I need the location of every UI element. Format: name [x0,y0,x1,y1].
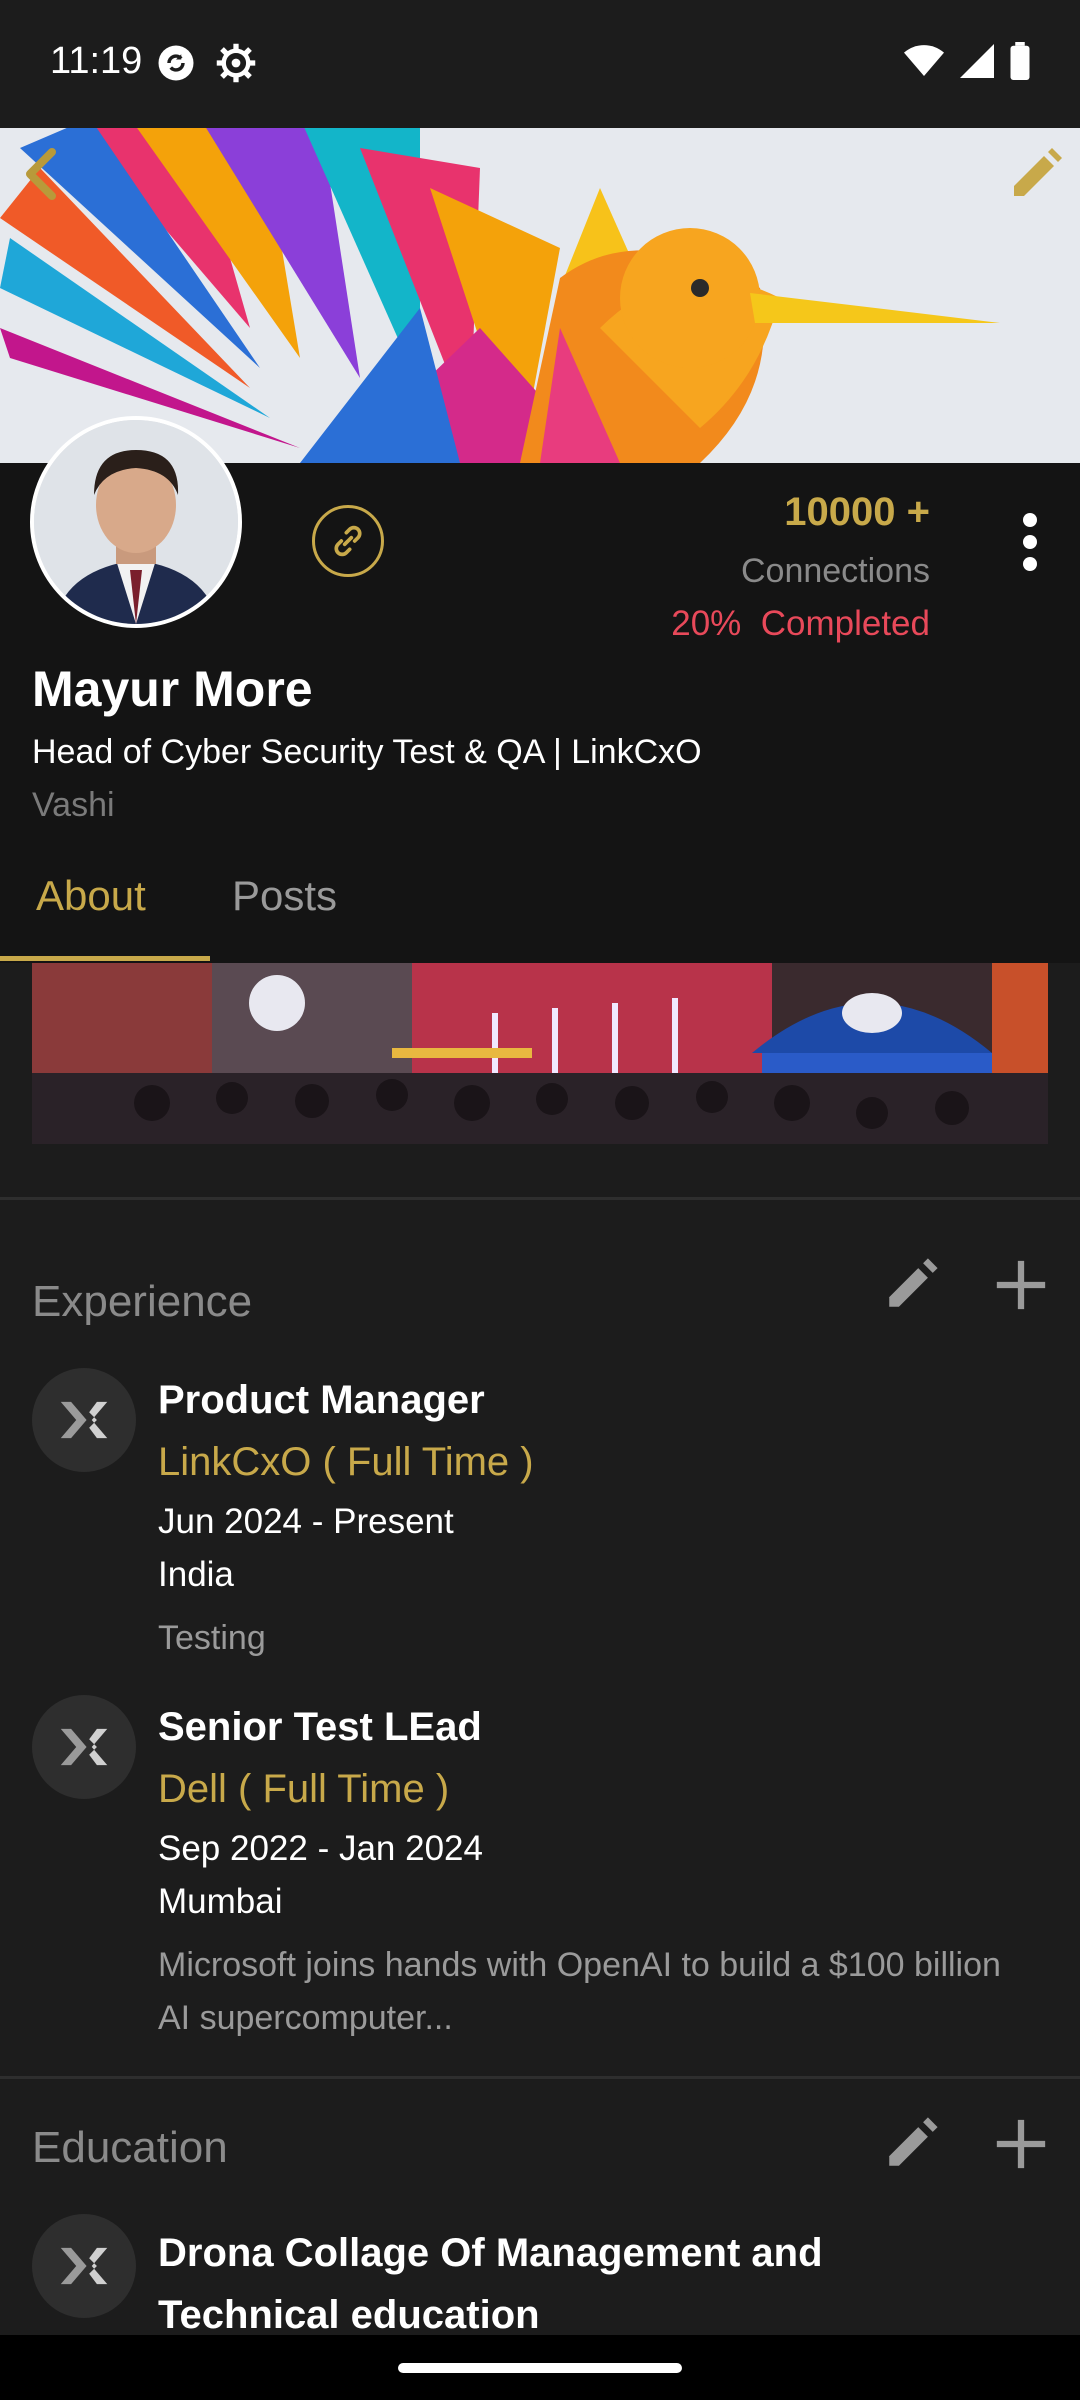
status-time: 11:19 [50,40,143,82]
profile-tabs: About Posts [0,850,1080,962]
experience-location: Mumbai [158,1882,283,1921]
edit-experience-button[interactable] [882,1256,940,1314]
education-institution: Drona Collage Of Management and Technica… [158,2231,823,2337]
experience-location: India [158,1555,234,1594]
profile-name: Mayur More [32,661,313,717]
experience-description: Testing [158,1619,266,1657]
share-link-button[interactable] [312,505,384,577]
profile-headline: Head of Cyber Security Test & QA | LinkC… [32,733,702,771]
more-options-button[interactable] [1010,510,1050,574]
company-logo [32,1695,136,1799]
linkcxo-logo-icon [60,1728,108,1766]
home-gesture-handle[interactable] [398,2363,682,2373]
edit-education-button[interactable] [882,2115,940,2173]
connections-label[interactable]: Connections [741,552,930,591]
company-logo [32,1368,136,1472]
experience-company: LinkCxO ( Full Time ) [158,1440,534,1484]
about-banner-image [32,963,1048,1144]
experience-dates: Sep 2022 - Jan 2024 [158,1829,483,1868]
link-icon [334,525,362,557]
profile-location: Vashi [32,786,115,824]
sync-icon [158,45,194,81]
experience-dates: Jun 2024 - Present [158,1502,454,1541]
cover-image [0,128,1080,463]
crowd-photo [32,963,1048,1144]
status-bar: 11:19 [0,0,1080,128]
profile-avatar[interactable] [30,416,242,628]
section-divider [0,2076,1080,2079]
edit-cover-button[interactable] [1002,140,1066,210]
section-divider [0,1197,1080,1200]
avatar-image [34,420,238,624]
add-experience-button[interactable] [992,1256,1050,1314]
linkcxo-logo-icon [60,2247,108,2285]
profile-completion: 20% Completed [671,604,930,643]
experience-title: Experience [32,1277,253,1326]
connections-count[interactable]: 10000 + [784,490,930,535]
back-button[interactable] [12,140,72,210]
add-education-button[interactable] [992,2115,1050,2173]
institution-logo [32,2214,136,2318]
battery-icon [1010,42,1030,80]
experience-description: Microsoft joins hands with OpenAI to bui… [158,1946,1001,2037]
education-title: Education [32,2123,228,2172]
tab-posts[interactable]: Posts [232,872,337,920]
experience-company: Dell ( Full Time ) [158,1767,450,1811]
tab-about[interactable]: About [36,872,146,920]
wifi-icon [904,45,944,76]
experience-role: Senior Test LEad [158,1705,482,1749]
signal-icon [960,44,994,78]
hummingbird-artwork [0,128,1080,463]
system-navigation-bar [0,2335,1080,2400]
linkcxo-logo-icon [60,1401,108,1439]
tab-indicator [0,956,210,961]
settings-icon [216,43,256,83]
experience-role: Product Manager [158,1378,485,1422]
